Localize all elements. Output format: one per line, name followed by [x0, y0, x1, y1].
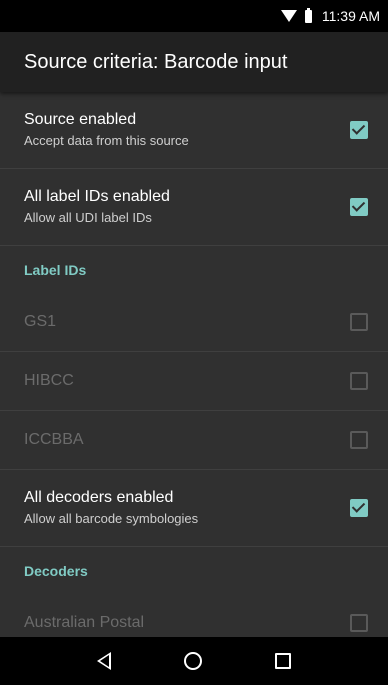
all-decoders-title: All decoders enabled: [24, 489, 174, 506]
status-time: 11:39 AM: [321, 8, 380, 24]
source-enabled-subtitle: Accept data from this source: [24, 133, 189, 148]
decoders-header: Decoders: [24, 562, 88, 579]
source-enabled-row[interactable]: Source enabled Accept data from this sou…: [0, 92, 388, 169]
decoder-australian-postal-checkbox: [350, 614, 368, 632]
source-enabled-text: Source enabled Accept data from this sou…: [24, 110, 189, 150]
label-id-iccbba-checkbox: [350, 431, 368, 449]
status-bar: 11:39 AM: [0, 0, 388, 32]
label-id-row-gs1: GS1: [0, 293, 388, 352]
label-id-hibcc-title: HIBCC: [24, 372, 74, 389]
all-label-ids-checkbox[interactable]: [350, 198, 368, 216]
home-circle-icon[interactable]: [183, 652, 202, 670]
decoder-row-australian-postal: Australian Postal: [0, 594, 388, 637]
all-label-ids-text: All label IDs enabled Allow all UDI labe…: [24, 187, 170, 227]
wifi-icon: [280, 10, 297, 22]
label-id-row-iccbba: ICCBBA: [0, 411, 388, 470]
recent-square-icon[interactable]: [275, 653, 292, 669]
label-id-hibcc-checkbox: [350, 372, 368, 390]
navigation-bar: [0, 637, 388, 685]
settings-list[interactable]: Source enabled Accept data from this sou…: [0, 92, 388, 637]
source-enabled-title: Source enabled: [24, 111, 137, 128]
back-triangle-icon[interactable]: [96, 652, 111, 670]
battery-icon: [304, 7, 312, 23]
all-decoders-text: All decoders enabled Allow all barcode s…: [24, 488, 198, 528]
decoder-australian-postal-title: Australian Postal: [24, 614, 145, 631]
label-ids-header: Label IDs: [24, 261, 87, 278]
all-decoders-subtitle: Allow all barcode symbologies: [24, 511, 199, 526]
all-label-ids-subtitle: Allow all UDI label IDs: [24, 210, 152, 225]
page-title: Source criteria: Barcode input: [24, 50, 288, 73]
label-id-iccbba-title: ICCBBA: [24, 431, 84, 448]
label-id-row-hibcc: HIBCC: [0, 352, 388, 411]
all-label-ids-title: All label IDs enabled: [24, 188, 170, 205]
all-decoders-row[interactable]: All decoders enabled Allow all barcode s…: [0, 470, 388, 547]
label-id-gs1-checkbox: [350, 313, 368, 331]
app-bar: Source criteria: Barcode input: [0, 32, 388, 92]
source-enabled-checkbox[interactable]: [350, 121, 368, 139]
all-decoders-checkbox[interactable]: [350, 499, 368, 517]
label-id-gs1-title: GS1: [24, 313, 57, 330]
all-label-ids-row[interactable]: All label IDs enabled Allow all UDI labe…: [0, 169, 388, 246]
